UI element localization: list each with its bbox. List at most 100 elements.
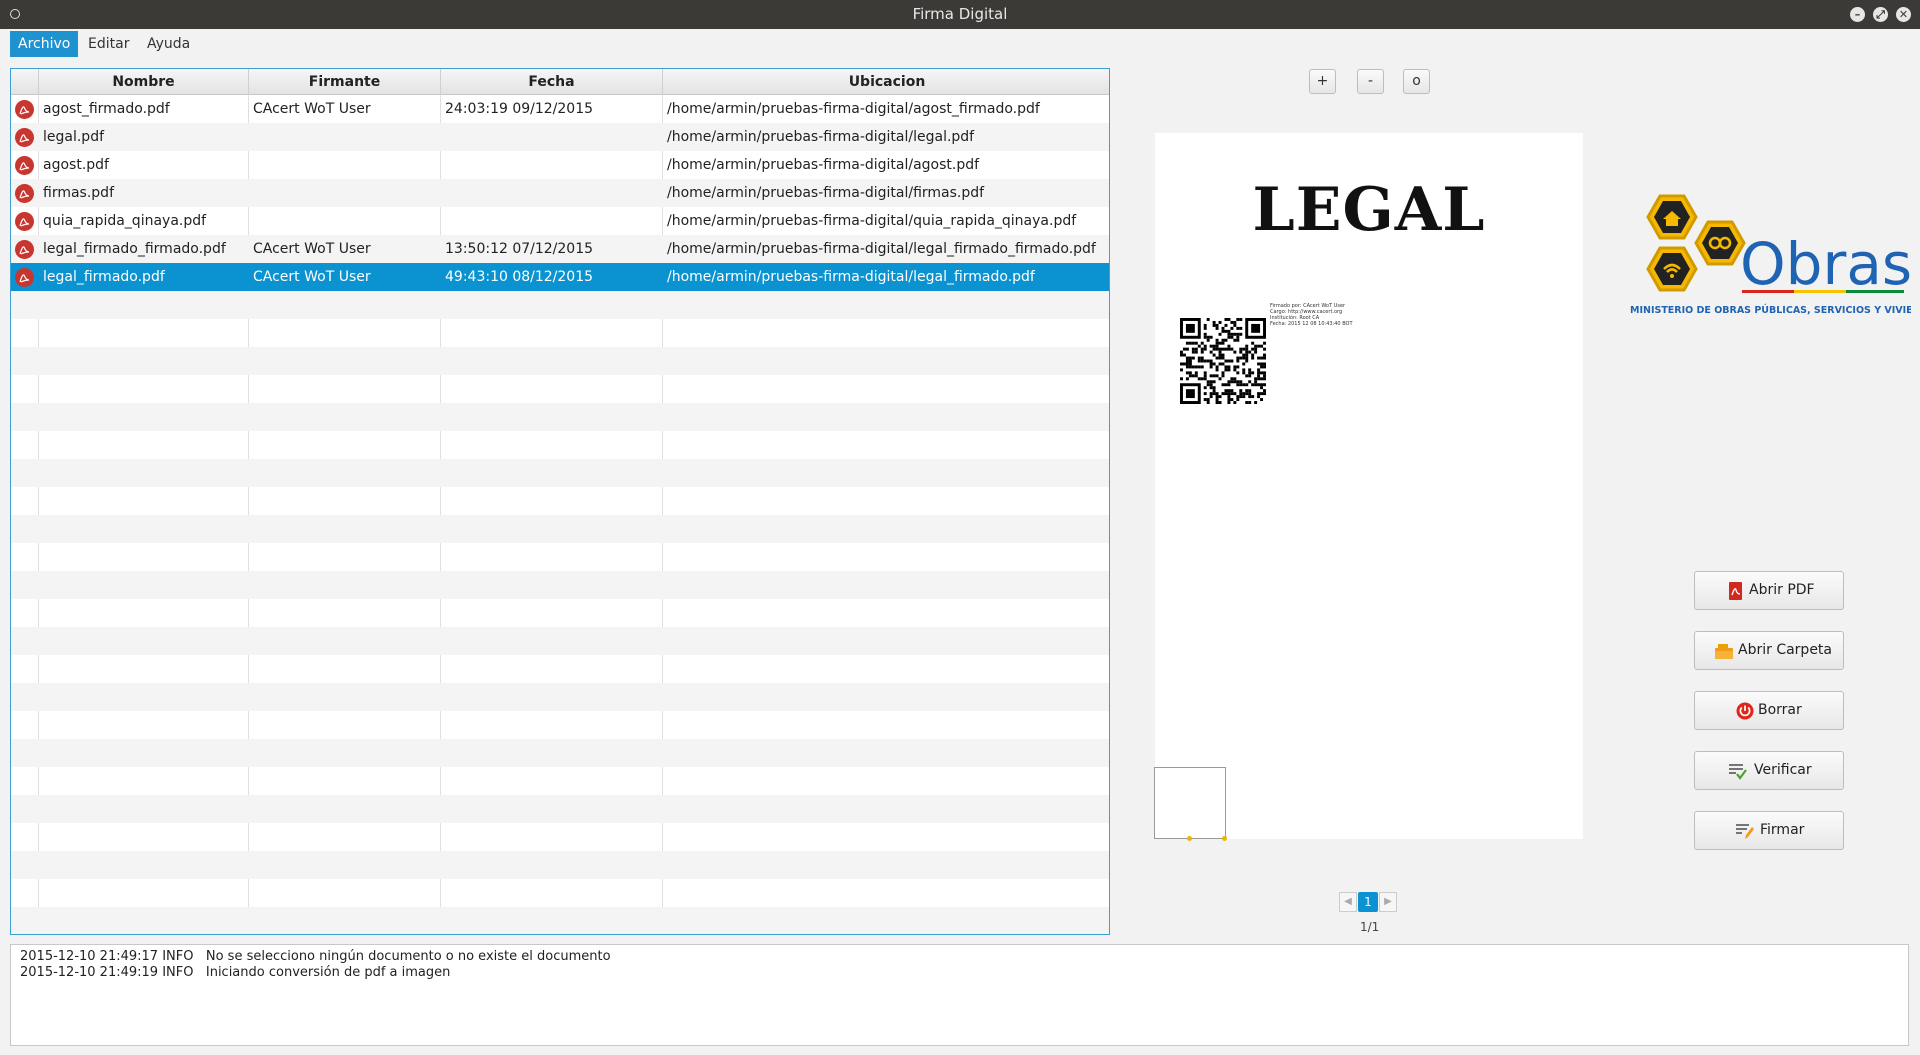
logo-brand: Obras [1740,230,1911,298]
cell-nombre: legal_firmado_firmado.pdf [43,241,226,257]
empty-table-row [11,375,1109,403]
cell-ubicacion: /home/armin/pruebas-firma-digital/firmas… [667,185,985,201]
empty-table-row [11,347,1109,375]
table-row[interactable]: quia_rapida_qinaya.pdf/home/armin/prueba… [11,207,1109,235]
cell-ubicacion: /home/armin/pruebas-firma-digital/legal.… [667,129,975,145]
power-icon [1736,702,1754,720]
folder-icon [1715,644,1733,659]
delete-label: Borrar [1758,702,1802,718]
sign-label: Firmar [1760,822,1805,838]
empty-table-row [11,515,1109,543]
cell-firmante [249,151,441,179]
cell-nombre: agost_firmado.pdf [43,101,170,117]
cell-nombre: legal.pdf [43,129,105,145]
table-row[interactable]: agost_firmado.pdf CAcert WoT User 24:03:19… [11,95,1109,123]
empty-table-row [11,599,1109,627]
resize-handle-icon[interactable] [1222,836,1227,841]
empty-table-row [11,739,1109,767]
zoom-reset-button[interactable]: o [1403,69,1430,94]
page-number-button[interactable]: 1 [1358,892,1378,912]
logo-ministry: MINISTERIO DE OBRAS PÚBLICAS, SERVICIOS … [1630,304,1911,316]
cell-nombre: firmas.pdf [43,185,114,201]
cell-fecha: 24:03:19 09/12/2015 [445,101,594,117]
triangle-left-icon[interactable]: ◀ [1339,892,1357,912]
pdf-icon [15,268,34,287]
empty-table-row [11,879,1109,907]
table-header: Nombre Firmante Fecha Ubicacion [11,69,1109,95]
empty-table-row [11,795,1109,823]
header-ubicacion[interactable]: Ubicacion [663,69,1109,95]
empty-table-row [11,711,1109,739]
sign-pencil-icon [1736,824,1754,839]
empty-table-row [11,319,1109,347]
log-console[interactable]: 2015-12-10 21:49:17 INFO No se seleccion… [10,944,1909,1046]
pdf-icon [15,156,34,175]
cell-nombre: quia_rapida_qinaya.pdf [43,213,207,229]
empty-table-row [11,431,1109,459]
zoom-in-button[interactable]: + [1309,69,1336,94]
cell-firmante: CAcert WoT User [253,269,371,285]
table-row[interactable]: firmas.pdf/home/armin/pruebas-firma-digi… [11,179,1109,207]
empty-table-row [11,907,1109,934]
pdf-icon [15,100,34,119]
signature-placement-box[interactable] [1154,767,1226,839]
header-firmante[interactable]: Firmante [249,69,441,95]
menu-archivo[interactable]: Archivo [10,31,79,57]
pdf-icon [15,212,34,231]
empty-table-row [11,291,1109,319]
maximize-icon[interactable]: ⤢ [1873,7,1888,22]
empty-table-row [11,851,1109,879]
open-pdf-label: Abrir PDF [1749,582,1815,598]
cell-ubicacion: /home/armin/pruebas-firma-digital/legal_… [667,269,1035,285]
cell-ubicacion: /home/armin/pruebas-firma-digital/legal_… [667,241,1096,257]
empty-table-row [11,403,1109,431]
cell-firmante: CAcert WoT User [253,101,371,117]
minimize-icon[interactable]: – [1850,7,1865,22]
table-row[interactable]: legal_firmado.pdf CAcert WoT User 49:43:10… [11,263,1109,291]
empty-table-row [11,823,1109,851]
cell-firmante [249,179,441,207]
menu-ayuda[interactable]: Ayuda [139,31,198,57]
resize-handle-icon[interactable] [1187,836,1192,841]
open-folder-button[interactable]: Abrir Carpeta [1694,631,1844,670]
cell-fecha [441,207,663,235]
pdf-file-icon [1729,582,1742,600]
cell-fecha: 13:50:12 07/12/2015 [445,241,594,257]
header-nombre[interactable]: Nombre [39,69,249,95]
empty-table-row [11,655,1109,683]
header-fecha[interactable]: Fecha [441,69,663,95]
verify-button[interactable]: Verificar [1694,751,1844,790]
table-row[interactable]: legal.pdf/home/armin/pruebas-firma-digit… [11,123,1109,151]
triangle-right-icon[interactable]: ▶ [1379,892,1397,912]
delete-button[interactable]: Borrar [1694,691,1844,730]
cell-firmante: CAcert WoT User [253,241,371,257]
page-heading: LEGAL [1252,175,1486,245]
open-pdf-button[interactable]: Abrir PDF [1694,571,1844,610]
page-count: 1/1 [1360,920,1380,934]
pdf-icon [15,240,34,259]
menu-bar: Archivo Editar Ayuda [0,29,1920,59]
cell-nombre: legal_firmado.pdf [43,269,165,285]
pdf-icon [15,184,34,203]
ministry-logo: Obras MINISTERIO DE OBRAS PÚBLICAS, SERV… [1630,194,1911,316]
cell-fecha [441,123,663,151]
table-row[interactable]: legal_firmado_firmado.pdf CAcert WoT User… [11,235,1109,263]
sign-button[interactable]: Firmar [1694,811,1844,850]
open-folder-label: Abrir Carpeta [1738,642,1832,658]
empty-table-row [11,487,1109,515]
cell-fecha [441,151,663,179]
file-table[interactable]: Nombre Firmante Fecha Ubicacion agost_fi… [10,68,1110,935]
cell-fecha: 49:43:10 08/12/2015 [445,269,594,285]
table-row[interactable]: agost.pdf/home/armin/pruebas-firma-digit… [11,151,1109,179]
signature-line: Fecha: 2015 12 08 10:43:40 BOT [1270,321,1353,327]
pdf-page-preview[interactable]: LEGAL Firmado por: CAcert WoT User Cargo… [1155,133,1583,839]
cell-nombre: agost.pdf [43,157,109,173]
empty-table-row [11,627,1109,655]
close-icon[interactable]: ✕ [1896,7,1911,22]
cell-firmante [249,207,441,235]
header-icon-column [11,69,39,95]
verify-label: Verificar [1754,762,1812,778]
menu-editar[interactable]: Editar [80,31,137,57]
zoom-out-button[interactable]: - [1357,69,1384,94]
log-line: 2015-12-10 21:49:17 INFO No se seleccion… [20,949,611,964]
